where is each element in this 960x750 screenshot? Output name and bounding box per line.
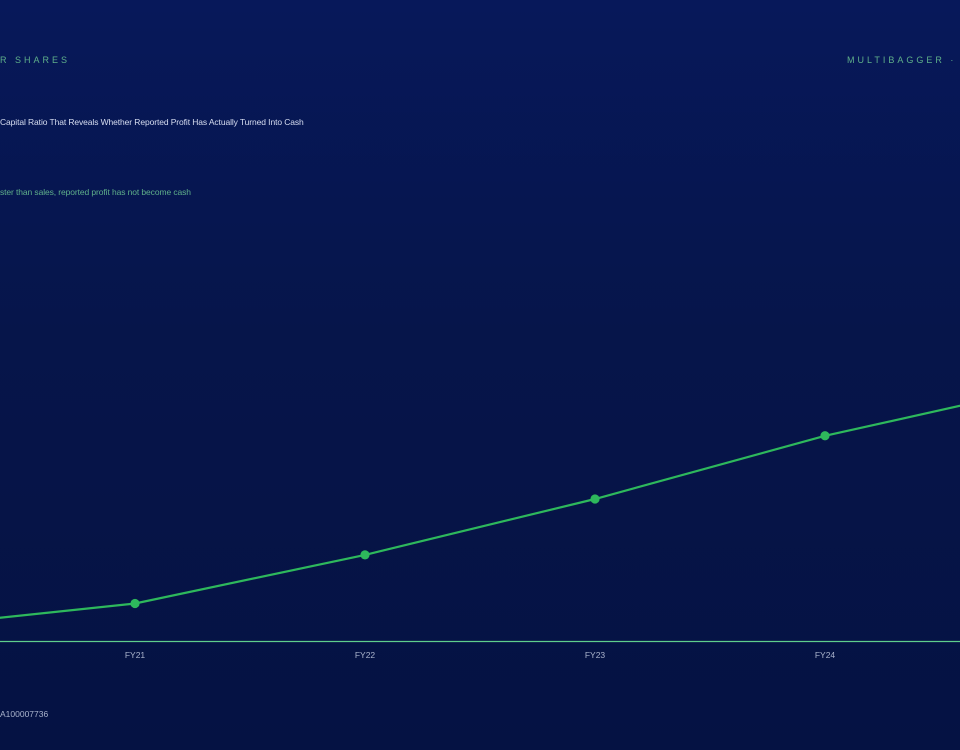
data-point-fy23 [590, 494, 600, 504]
data-point-fy24 [820, 431, 830, 441]
data-point-fy21 [130, 598, 140, 609]
x-tick-label-fy24: FY24 [815, 650, 836, 660]
x-tick-label-fy21: FY21 [125, 650, 146, 660]
data-point-fy22 [360, 550, 370, 560]
line-chart: FY21 FY22 FY23 FY24 [0, 404, 960, 660]
x-tick-label-fy22: FY22 [355, 650, 376, 660]
chart-footnote: A100007736 [0, 709, 49, 719]
series-line [0, 404, 960, 619]
x-tick-label-fy23: FY23 [585, 650, 606, 660]
x-tick-labels: FY21 FY22 FY23 FY24 [125, 650, 836, 660]
